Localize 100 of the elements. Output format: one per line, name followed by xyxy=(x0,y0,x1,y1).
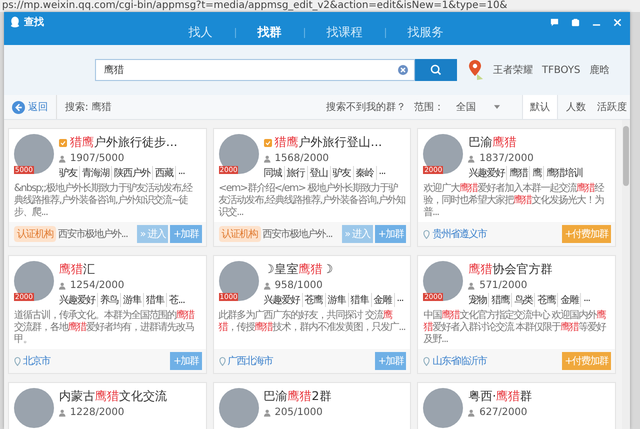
range-label: 范围： xyxy=(414,100,444,114)
members-icon xyxy=(264,154,272,162)
group-tag: 猎隼 xyxy=(143,293,166,307)
group-avatar xyxy=(423,261,464,301)
group-description: 中国鹰猎文化官方指定交流中心 欢迎国内外鹰猎爱好者入群讨论交流 本群仅限于鹰猎等爱好及野... xyxy=(422,309,608,347)
member-count: 958/1000 xyxy=(274,280,323,291)
group-tag: 青海湖 xyxy=(79,166,111,180)
group-avatar xyxy=(14,261,54,301)
location-pin-icon xyxy=(14,356,21,366)
group-location: 北京市 xyxy=(23,354,50,368)
group-tag: 苍... xyxy=(166,293,187,307)
member-count: 1228/2000 xyxy=(70,407,124,418)
browser-address-bar[interactable]: ps://mp.weixin.qq.com/cgi-bin/appmsg?t=media/appmsg_edit_v2&action=edit&isNew=1&type=10& xyxy=(0,0,640,12)
penguin-icon xyxy=(10,16,20,28)
group-location: 西安市极地户外... xyxy=(262,228,332,241)
member-count: 205/1000 xyxy=(274,407,323,418)
sort-tab[interactable]: 人数 xyxy=(558,95,594,119)
certified-badge: 认证机构 xyxy=(218,226,261,242)
group-tag: 西藏 xyxy=(152,166,175,180)
group-location: 贵州省遵义市 xyxy=(432,228,486,241)
scrollbar[interactable] xyxy=(622,120,630,429)
search-query-text: 搜索: 鹰猎 xyxy=(65,100,112,114)
group-card[interactable]: 粤西·鹰猎群 627/2000 xyxy=(417,382,616,429)
group-name: ☽皇室鹰猎☽ xyxy=(264,261,334,278)
group-tag: 兴趣爱好 xyxy=(59,293,97,307)
member-count: 627/2000 xyxy=(479,407,528,418)
group-name: 内蒙古鹰猎文化交流 xyxy=(59,388,167,405)
group-name: 鹰猎协会官方群 xyxy=(468,261,552,278)
group-tag: 宠物 xyxy=(468,293,488,307)
group-card[interactable]: 内蒙古鹰猎文化交流 1228/2000 xyxy=(8,382,207,429)
group-avatar xyxy=(423,134,464,174)
group-avatar xyxy=(423,388,464,428)
group-tag: ... xyxy=(376,166,388,180)
group-name: 猎鹰户外旅行徒步... xyxy=(70,134,178,151)
group-description: 道循古训，传承文化。本群为全国范围的鹰猎 交流群，各地鹰猎爱好者均有，进群请先改马甲。 xyxy=(13,309,196,347)
group-description: 此群多为广西广东的好友，共同探讨 交流鹰猎，传授鹰猎技术，群内不准发黄图，只发广... xyxy=(218,309,406,335)
back-arrow-icon xyxy=(12,100,25,114)
feedback-icon[interactable] xyxy=(550,18,559,27)
hot-word-link[interactable]: 王者荣耀 xyxy=(493,63,533,77)
search-field[interactable]: 鹰猎 xyxy=(95,59,415,81)
group-tag: ... xyxy=(175,166,187,180)
group-description: <em>群介绍</em> 极地户外长期致力于驴友活动发布,经典线路推荐,户外装备咨询,户外知识交... xyxy=(218,182,406,220)
group-avatar xyxy=(14,134,54,174)
location-pin-icon xyxy=(218,356,226,366)
group-tag: 鹰 xyxy=(529,166,544,180)
group-tag: 猎隼 xyxy=(348,293,371,307)
group-tag: 游隼 xyxy=(324,293,348,307)
group-tag: 秦岭 xyxy=(352,166,376,180)
group-avatar xyxy=(218,388,259,428)
location-pin-icon xyxy=(423,230,430,238)
group-tag: 旅行 xyxy=(284,166,307,180)
hot-word-link[interactable]: TFBOYS xyxy=(542,64,580,76)
group-tag: 驴友 xyxy=(330,166,353,180)
group-tag: 鹰猎 xyxy=(506,166,530,180)
member-count: 1907/5000 xyxy=(70,153,124,164)
group-avatar xyxy=(14,388,54,428)
group-avatar xyxy=(218,134,259,174)
group-tag: 猎鹰 xyxy=(488,293,512,307)
group-name: 鹰猎汇 xyxy=(59,261,95,278)
group-tag: 游隼 xyxy=(120,293,143,307)
group-description: &nbsp;;极地户外长期致力于驴友活动发布,经典线路推荐,户外装备咨询,户外知识交流~徒步、爬... xyxy=(13,182,194,220)
group-name: 巴渝鹰猎 xyxy=(468,134,516,151)
search-icon xyxy=(430,64,442,76)
close-icon[interactable] xyxy=(613,18,622,27)
hot-word-link[interactable]: 鹿晗 xyxy=(589,63,610,77)
member-count: 1837/2000 xyxy=(479,153,534,164)
members-icon xyxy=(264,282,272,290)
group-name: 巴渝鹰猎2群 xyxy=(264,388,332,405)
group-tag: 驴友 xyxy=(59,166,79,180)
group-tag: ... xyxy=(394,293,406,307)
certified-badge: 认证机构 xyxy=(14,226,56,242)
window-title: 查找 xyxy=(24,16,44,29)
members-icon xyxy=(59,154,67,162)
group-tag: 同城 xyxy=(264,166,284,180)
group-tag: 苍鹰 xyxy=(302,293,325,307)
group-card[interactable]: 巴渝鹰猎2群 205/1000 xyxy=(212,382,412,429)
group-tag: 兴趣爱好 xyxy=(468,166,506,180)
group-tag: 鸟类 xyxy=(511,293,534,307)
group-tag: 鹰猎培训 xyxy=(543,166,584,180)
member-count: 1568/2000 xyxy=(274,153,329,164)
members-icon xyxy=(59,282,67,290)
members-icon xyxy=(59,408,67,416)
search-button[interactable] xyxy=(415,59,457,81)
group-description: 欢迎广大鹰猎爱好者加入本群一起交流鹰猎经验，同时也希望大家把鹰猎文化发扬光大！为普... xyxy=(422,182,605,220)
sort-tab[interactable]: 活跃度 xyxy=(594,95,630,119)
member-count: 1254/2000 xyxy=(70,280,124,291)
range-dropdown[interactable]: 全国 xyxy=(450,99,506,115)
group-tag: ... xyxy=(580,293,592,307)
location-pin-icon[interactable] xyxy=(467,59,485,81)
group-tag: 兴趣爱好 xyxy=(264,293,302,307)
group-avatar xyxy=(218,261,259,301)
group-tag: 陕西户外 xyxy=(111,166,152,180)
back-button[interactable]: 返回 xyxy=(4,95,57,119)
caret-icon xyxy=(494,105,500,109)
group-location: 广西北海市 xyxy=(228,354,273,368)
sort-tab[interactable]: 默认 xyxy=(522,95,558,119)
members-icon xyxy=(468,282,476,290)
clear-icon[interactable] xyxy=(398,65,408,75)
group-tag: 金雕 xyxy=(557,293,580,307)
help-link[interactable]: 搜索不到我的群？ xyxy=(326,100,406,114)
